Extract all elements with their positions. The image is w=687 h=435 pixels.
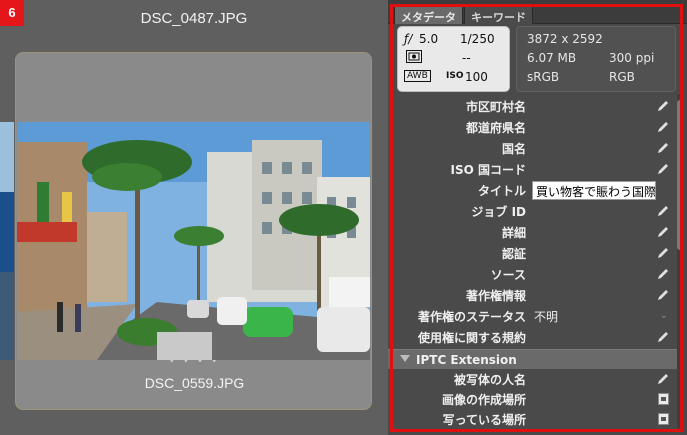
pencil-icon[interactable]	[656, 120, 670, 134]
field-label: 画像の作成場所	[441, 393, 526, 407]
pencil-icon[interactable]	[656, 288, 670, 302]
iptc-extension-section-header[interactable]: IPTC Extension	[388, 349, 678, 369]
pencil-icon[interactable]	[656, 99, 670, 113]
field-label: 詳細	[501, 226, 526, 240]
camera-data-placard: ƒ/ 5.0 1/250 -- AWB ISO 100	[397, 26, 510, 92]
aperture-value: 5.0	[419, 32, 439, 46]
field-label: 写っている場所	[442, 413, 526, 427]
field-label: ジョブ ID	[471, 205, 526, 219]
resolution: 300 ppi	[609, 51, 655, 65]
panel-tab-bar: メタデータ キーワード	[388, 0, 687, 24]
field-location-shown[interactable]: 写っている場所	[388, 409, 678, 430]
structured-field-icon[interactable]	[658, 393, 669, 405]
field-source[interactable]: ソース	[388, 264, 678, 285]
field-credit[interactable]: 認証	[388, 243, 678, 264]
color-profile: sRGB	[527, 70, 560, 84]
field-copyright[interactable]: 著作権情報	[388, 285, 678, 306]
scrollbar-thumb[interactable]	[677, 100, 683, 250]
iso-value: 100	[465, 70, 488, 84]
field-job-id[interactable]: ジョブ ID	[388, 201, 678, 222]
tab-metadata[interactable]: メタデータ	[394, 6, 463, 24]
street-photo-thumbnail[interactable]	[17, 122, 370, 360]
thumbnail-filename-selected[interactable]: DSC_0559.JPG	[16, 375, 373, 391]
chevron-down-icon[interactable]: ⌄	[660, 310, 668, 321]
field-label: ISO 国コード	[450, 163, 527, 177]
field-copyright-status[interactable]: 著作権のステータス 不明 ⌄	[388, 306, 678, 327]
disclosure-triangle-icon[interactable]	[400, 355, 410, 362]
pencil-icon[interactable]	[656, 330, 670, 344]
pencil-icon[interactable]	[656, 267, 670, 281]
field-label: ソース	[490, 268, 526, 282]
field-label: タイトル	[477, 184, 526, 198]
pencil-icon[interactable]	[656, 372, 670, 386]
metering-mode-icon	[406, 50, 422, 63]
field-location-created[interactable]: 画像の作成場所	[388, 389, 678, 410]
metadata-panel: メタデータ キーワード ƒ/ 5.0 1/250 -- AWB ISO 100 …	[388, 0, 687, 435]
shutter-speed-value: 1/250	[460, 32, 495, 46]
file-size: 6.07 MB	[527, 51, 577, 65]
image-dimensions: 3872 x 2592	[527, 32, 603, 46]
field-city[interactable]: 市区町村名	[388, 96, 678, 117]
field-rights-usage-terms[interactable]: 使用権に関する規約	[388, 327, 678, 348]
field-details[interactable]: 詳細	[388, 222, 678, 243]
field-country[interactable]: 国名	[388, 138, 678, 159]
thumbnail-filename-top[interactable]: DSC_0487.JPG	[0, 10, 388, 27]
field-label: 国名	[501, 142, 526, 156]
field-state[interactable]: 都道府県名	[388, 117, 678, 138]
pencil-icon[interactable]	[656, 246, 670, 260]
field-label: 被写体の人名	[453, 373, 526, 387]
structured-field-icon[interactable]	[658, 413, 669, 425]
pencil-icon[interactable]	[656, 141, 670, 155]
field-label: 認証	[501, 247, 526, 261]
pencil-icon[interactable]	[656, 204, 670, 218]
iso-icon: ISO	[446, 71, 464, 81]
field-label: 著作権情報	[465, 289, 526, 303]
tab-keywords[interactable]: キーワード	[464, 6, 533, 24]
color-mode: RGB	[609, 70, 635, 84]
panel-scrollbar[interactable]	[677, 94, 683, 429]
white-balance-icon: AWB	[404, 70, 431, 82]
previous-thumbnail-edge[interactable]	[0, 122, 14, 360]
copyright-status-select[interactable]: 不明	[534, 308, 558, 325]
field-label: 使用権に関する規約	[417, 331, 526, 345]
field-label: 都道府県名	[465, 121, 526, 135]
file-properties-placard: 3872 x 2592 6.07 MB 300 ppi sRGB RGB	[516, 26, 676, 92]
filmstrip-panel: 6 DSC_0487.JPG • • • • DSC_0559.JPG	[0, 0, 388, 435]
aperture-icon: ƒ/	[404, 32, 413, 46]
metering-value: --	[462, 51, 471, 65]
field-label: 著作権のステータス	[417, 310, 526, 324]
field-person-shown[interactable]: 被写体の人名	[388, 369, 678, 390]
pencil-icon[interactable]	[656, 162, 670, 176]
field-label: 市区町村名	[465, 100, 526, 114]
section-title: IPTC Extension	[416, 353, 517, 367]
field-title[interactable]: タイトル 買い物客で賑わう国際	[388, 180, 678, 201]
title-input[interactable]: 買い物客で賑わう国際	[532, 181, 656, 200]
field-iso-country-code[interactable]: ISO 国コード	[388, 159, 678, 180]
pencil-icon[interactable]	[656, 225, 670, 239]
